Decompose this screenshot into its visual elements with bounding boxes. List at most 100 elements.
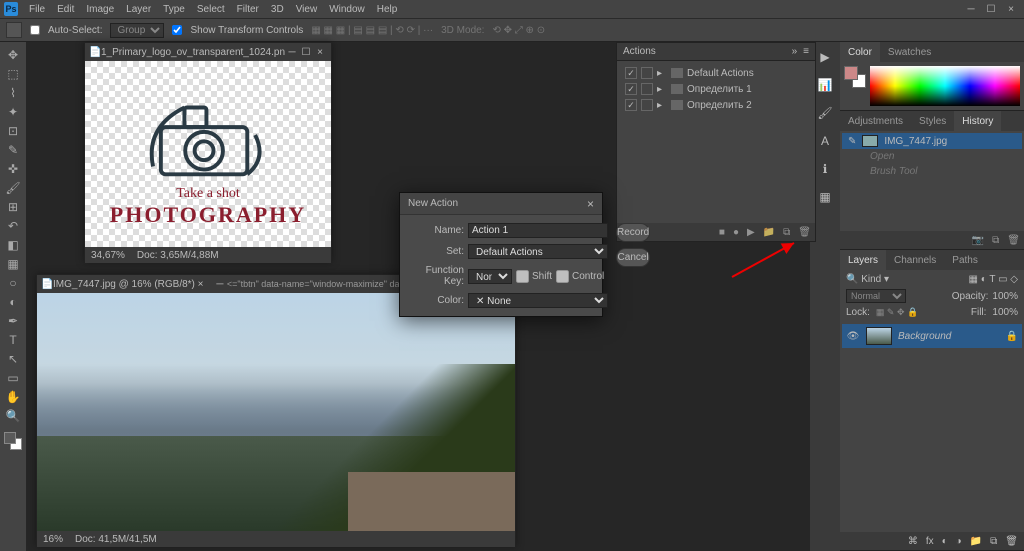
lasso-tool[interactable]: ⌇ — [3, 84, 23, 102]
menu-bar: Ps File Edit Image Layer Type Select Fil… — [0, 0, 1024, 18]
document-window-logo[interactable]: 📄 1_Primary_logo_ov_transparent_1024.png… — [84, 42, 332, 262]
history-snapshot[interactable]: ✎IMG_7447.jpg — [842, 133, 1022, 149]
blur-tool[interactable]: ○ — [3, 274, 23, 292]
tab-swatches[interactable]: Swatches — [880, 42, 939, 62]
zoom-tool[interactable]: 🔍 — [3, 407, 23, 425]
info-icon[interactable]: ℹ — [816, 160, 834, 178]
fkey-label: Function Key: — [408, 265, 464, 287]
collapse-icon[interactable]: » — [792, 46, 798, 57]
trash-icon[interactable]: 🗑 — [1005, 536, 1018, 547]
close-icon[interactable]: × — [1005, 3, 1017, 15]
menu-help[interactable]: Help — [372, 4, 403, 15]
auto-select-check[interactable] — [30, 25, 40, 35]
action-set-row[interactable]: ✓▸ Определить 2 — [621, 97, 811, 113]
menu-file[interactable]: File — [24, 4, 50, 15]
fkey-select[interactable]: None — [468, 269, 512, 284]
wand-tool[interactable]: ✦ — [3, 103, 23, 121]
char-panel-icon[interactable]: A — [816, 132, 834, 150]
dodge-tool[interactable]: ◐ — [3, 293, 23, 311]
action-set-select[interactable]: Default Actions — [468, 244, 608, 259]
history-brush-tool[interactable]: ↶ — [3, 217, 23, 235]
histogram-icon[interactable]: 📊 — [816, 76, 834, 94]
tab-styles[interactable]: Styles — [911, 111, 954, 131]
window-minimize[interactable]: ─ — [285, 47, 299, 58]
tab-color[interactable]: Color — [840, 42, 880, 62]
path-tool[interactable]: ↖ — [3, 350, 23, 368]
menu-select[interactable]: Select — [192, 4, 230, 15]
menu-edit[interactable]: Edit — [52, 4, 79, 15]
play-icon[interactable]: ▶ — [747, 227, 755, 238]
dialog-close[interactable]: × — [587, 197, 594, 211]
trash-icon[interactable]: 🗑 — [798, 227, 811, 238]
layer-row[interactable]: 👁 Background 🔒 — [842, 324, 1022, 348]
show-transform-check[interactable] — [172, 25, 182, 35]
new-snapshot-icon[interactable]: ⧉ — [992, 235, 999, 246]
tab-adjustments[interactable]: Adjustments — [840, 111, 911, 131]
eyedropper-tool[interactable]: ✎ — [3, 141, 23, 159]
visibility-icon[interactable]: 👁 — [846, 331, 860, 342]
camera-icon[interactable]: 📷 — [972, 235, 984, 246]
panel-menu-icon[interactable]: ≡ — [803, 46, 809, 57]
window-maximize[interactable]: ☐ — [299, 47, 313, 58]
color-swatch[interactable] — [4, 432, 22, 450]
crop-tool[interactable]: ⊡ — [3, 122, 23, 140]
options-bar: Auto-Select: Group Show Transform Contro… — [0, 18, 1024, 42]
current-colors[interactable] — [844, 66, 866, 88]
window-minimize[interactable]: ─ — [213, 279, 227, 290]
gradient-tool[interactable]: ▦ — [3, 255, 23, 273]
stop-icon[interactable]: ■ — [719, 227, 725, 238]
color-select[interactable]: ✕ None — [468, 293, 608, 308]
record-icon[interactable]: ● — [733, 227, 739, 238]
type-tool[interactable]: T — [3, 331, 23, 349]
healing-tool[interactable]: ✜ — [3, 160, 23, 178]
menu-type[interactable]: Type — [158, 4, 190, 15]
action-name-input[interactable] — [468, 223, 608, 238]
trash-icon[interactable]: 🗑 — [1007, 235, 1020, 246]
tab-paths[interactable]: Paths — [944, 250, 986, 270]
menu-layer[interactable]: Layer — [121, 4, 156, 15]
tab-layers[interactable]: Layers — [840, 250, 886, 270]
new-action-icon[interactable]: ⧉ — [783, 227, 790, 238]
menu-image[interactable]: Image — [81, 4, 119, 15]
photo-content — [37, 293, 515, 531]
window-close[interactable]: × — [313, 47, 327, 58]
menu-window[interactable]: Window — [324, 4, 370, 15]
move-tool[interactable]: ✥ — [3, 46, 23, 64]
tab-channels[interactable]: Channels — [886, 250, 944, 270]
new-layer-icon[interactable]: ⧉ — [990, 536, 997, 547]
play-panel-icon[interactable]: ▶ — [816, 48, 834, 66]
new-set-icon[interactable]: 📁 — [763, 227, 775, 238]
brush-tool[interactable]: 🖌 — [3, 179, 23, 197]
cancel-button[interactable]: Cancel — [616, 248, 650, 267]
mask-icon[interactable]: ◐ — [942, 536, 948, 547]
history-step[interactable]: Open — [842, 149, 1022, 164]
hand-tool[interactable]: ✋ — [3, 388, 23, 406]
minimize-icon[interactable]: ─ — [965, 3, 977, 15]
fx-icon[interactable]: fx — [926, 536, 934, 547]
stamp-tool[interactable]: ⊞ — [3, 198, 23, 216]
pen-tool[interactable]: ✒ — [3, 312, 23, 330]
tab-history[interactable]: History — [954, 111, 1001, 131]
blend-mode-select[interactable]: Normal — [846, 289, 906, 303]
shape-tool[interactable]: ▭ — [3, 369, 23, 387]
menu-view[interactable]: View — [291, 4, 323, 15]
history-step[interactable]: Brush Tool — [842, 164, 1022, 179]
action-set-row[interactable]: ✓▸ Определить 1 — [621, 81, 811, 97]
color-picker[interactable] — [870, 66, 1020, 106]
record-button[interactable]: Record — [616, 223, 650, 242]
auto-select-dropdown[interactable]: Group — [110, 23, 164, 38]
menu-3d[interactable]: 3D — [266, 4, 289, 15]
maximize-icon[interactable]: ☐ — [985, 3, 997, 15]
link-icon[interactable]: ⌘ — [908, 536, 918, 547]
marquee-tool[interactable]: ⬚ — [3, 65, 23, 83]
swatches-icon[interactable]: ▦ — [816, 188, 834, 206]
group-icon[interactable]: 📁 — [970, 536, 982, 547]
camera-logo-graphic — [128, 80, 288, 190]
action-set-row[interactable]: ✓▸ Default Actions — [621, 65, 811, 81]
adjustment-icon[interactable]: ◑ — [956, 536, 962, 547]
eraser-tool[interactable]: ◧ — [3, 236, 23, 254]
brush-settings-icon[interactable]: 🖌 — [816, 104, 834, 122]
logo-tagline: Take a shot — [176, 186, 240, 202]
menu-filter[interactable]: Filter — [232, 4, 264, 15]
right-panels: Color Swatches Adjustments Styles Histor… — [840, 42, 1024, 551]
